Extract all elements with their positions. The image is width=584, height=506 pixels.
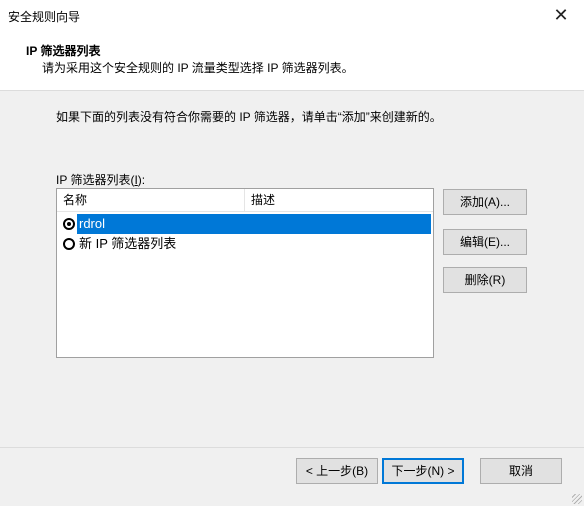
wizard-footer: < 上一步(B) 下一步(N) > 取消 (0, 448, 584, 506)
list-item-name: rdrol (79, 216, 106, 231)
filter-list-label-suffix: ): (137, 173, 146, 187)
column-header-description[interactable]: 描述 (245, 189, 433, 211)
selection-highlight (77, 214, 431, 234)
instruction-text: 如果下面的列表没有符合你需要的 IP 筛选器，请单击“添加”来创建新的。 (56, 110, 442, 124)
filter-list-label-prefix: IP 筛选器列表( (56, 173, 135, 187)
list-header: 名称 描述 (57, 189, 433, 212)
radio-unchecked-icon[interactable] (63, 238, 75, 250)
add-button[interactable]: 添加(A)... (443, 189, 527, 215)
page-subtitle: 请为采用这个安全规则的 IP 流量类型选择 IP 筛选器列表。 (42, 61, 354, 75)
edit-button[interactable]: 编辑(E)... (443, 229, 527, 255)
close-icon[interactable]: ✕ (538, 0, 584, 30)
resize-grip-icon[interactable] (572, 494, 582, 504)
window-title: 安全规则向导 (8, 10, 81, 24)
list-item-name: 新 IP 筛选器列表 (79, 236, 177, 251)
filter-list-label: IP 筛选器列表(I): (56, 171, 145, 188)
remove-button[interactable]: 删除(R) (443, 267, 527, 293)
page-title: IP 筛选器列表 (26, 44, 101, 58)
wizard-body: 如果下面的列表没有符合你需要的 IP 筛选器，请单击“添加”来创建新的。 IP … (0, 91, 584, 447)
next-button[interactable]: 下一步(N) > (382, 458, 464, 484)
wizard-header: IP 筛选器列表 请为采用这个安全规则的 IP 流量类型选择 IP 筛选器列表。 (0, 30, 584, 91)
column-header-name[interactable]: 名称 (57, 189, 245, 211)
filter-list[interactable]: 名称 描述 rdrol 新 IP 筛选器列表 (56, 188, 434, 358)
title-bar: 安全规则向导 ✕ (0, 0, 584, 31)
list-item[interactable]: 新 IP 筛选器列表 (57, 234, 433, 254)
radio-checked-icon[interactable] (63, 218, 75, 230)
back-button[interactable]: < 上一步(B) (296, 458, 378, 484)
list-item[interactable]: rdrol (57, 214, 433, 234)
cancel-button[interactable]: 取消 (480, 458, 562, 484)
